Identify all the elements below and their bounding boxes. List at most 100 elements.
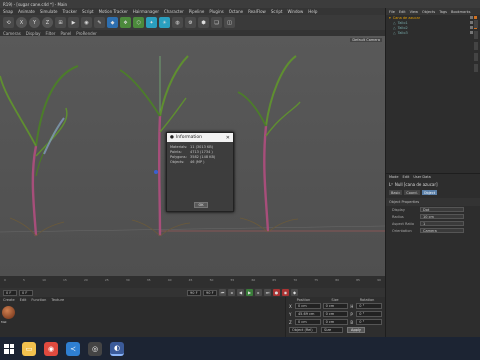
size-z-field[interactable]: 0 cm	[322, 319, 349, 325]
rotation-b-field[interactable]: 0 °	[356, 319, 382, 325]
current-frame-field[interactable]: 0 F	[19, 289, 33, 296]
z-axis-lock-button[interactable]: Z	[42, 17, 53, 28]
aspect-ratio-field[interactable]: 1	[420, 221, 464, 226]
viewport-menu-prorender[interactable]: ProRender	[76, 31, 97, 36]
visibility-tag-icon[interactable]	[470, 31, 473, 34]
radius-field[interactable]: 10 cm	[420, 214, 464, 219]
menu-hairmanager[interactable]: Hairmanager	[133, 9, 159, 14]
x-axis-lock-button[interactable]: X	[16, 17, 27, 28]
file-explorer-icon[interactable]: ▭	[22, 341, 36, 356]
position-x-field[interactable]: 0 cm	[294, 303, 321, 309]
size-y-field[interactable]: 0 cm	[322, 311, 349, 317]
material-preview-swatch[interactable]	[2, 306, 15, 319]
array-icon[interactable]: ✦	[146, 17, 157, 28]
viewport-menu-panel[interactable]: Panel	[60, 31, 71, 36]
camera-icon[interactable]: ⚙	[185, 17, 196, 28]
om-menu-tags[interactable]: Tags	[439, 10, 447, 14]
tab-object[interactable]: Object	[421, 190, 438, 195]
render-view-icon[interactable]: ▶	[68, 17, 79, 28]
menu-help[interactable]: Help	[308, 9, 317, 14]
am-menu-user-data[interactable]: User Data	[413, 175, 430, 179]
material-menu-edit[interactable]: Edit	[20, 298, 27, 302]
light-icon[interactable]: ⬢	[198, 17, 209, 28]
menu-script-2[interactable]: Script	[271, 9, 283, 14]
ok-button[interactable]: OK	[194, 202, 208, 208]
menu-pipeline[interactable]: Pipeline	[189, 9, 205, 14]
windows-start-icon[interactable]	[4, 343, 14, 354]
visibility-tag-icon[interactable]	[470, 16, 473, 19]
position-y-field[interactable]: 45.69 cm	[294, 311, 321, 317]
viewport-menu-display[interactable]: Display	[26, 31, 41, 36]
visibility-tag-icon[interactable]	[470, 21, 473, 24]
menu-tracker[interactable]: Tracker	[63, 9, 77, 14]
apply-button[interactable]: Apply	[347, 327, 365, 333]
size-mode-select[interactable]: Size	[321, 327, 343, 333]
display-select[interactable]: Dot	[420, 207, 464, 212]
menu-window[interactable]: Window	[287, 9, 303, 14]
size-x-field[interactable]: 0 cm	[322, 303, 349, 309]
content-browser-tab[interactable]	[474, 42, 478, 50]
3d-viewport[interactable]: Default Camera ● Information ✕ Materials…	[0, 36, 385, 276]
autokeying-icon[interactable]: ◉	[282, 289, 289, 296]
am-menu-edit[interactable]: Edit	[403, 175, 410, 179]
takes-tab[interactable]	[474, 31, 478, 39]
object-item-child[interactable]: △ Tallo3	[386, 30, 480, 35]
play-backwards-icon[interactable]: ◀	[237, 289, 244, 296]
timeline-ruler[interactable]: 0 5 10 15 20 25 30 35 40 45 50 55 60 65 …	[0, 276, 385, 288]
keyframe-selection-icon[interactable]: ◆	[291, 289, 298, 296]
undo-icon[interactable]: ⟲	[3, 17, 14, 28]
vscode-icon[interactable]: ≺	[66, 341, 80, 356]
layers-tab[interactable]	[474, 64, 478, 72]
environment-icon[interactable]: ◍	[172, 17, 183, 28]
material-menu-texture[interactable]: Texture	[51, 298, 64, 302]
material-tag-icon[interactable]	[474, 16, 477, 19]
deformer-icon[interactable]: ☀	[159, 17, 170, 28]
rotation-h-field[interactable]: 0 °	[356, 303, 382, 309]
menu-simulate[interactable]: Simulate	[40, 9, 58, 14]
visibility-tag-icon[interactable]	[470, 26, 473, 29]
viewport-menu-cameras[interactable]: Cameras	[3, 31, 21, 36]
render-settings-icon[interactable]: ✎	[94, 17, 105, 28]
previous-key-icon[interactable]: ◂	[228, 289, 235, 296]
menu-octane[interactable]: Octane	[229, 9, 243, 14]
structure-tab[interactable]	[474, 53, 478, 61]
layout-icon[interactable]: ❏	[211, 17, 222, 28]
am-menu-mode[interactable]: Mode	[389, 175, 399, 179]
cube-primitive-icon[interactable]: ◆	[107, 17, 118, 28]
coordinate-mode-select[interactable]: Object (Rel)	[289, 327, 317, 333]
start-frame-field[interactable]: 0 F	[3, 289, 17, 296]
sugarcane-plant-3[interactable]	[237, 55, 301, 233]
om-menu-view[interactable]: View	[410, 10, 418, 14]
menu-plugins[interactable]: Plugins	[209, 9, 223, 14]
menu-character[interactable]: Character	[164, 9, 184, 14]
end-frame-field[interactable]: 90 F	[187, 289, 201, 296]
rotation-p-field[interactable]: 0 °	[356, 311, 382, 317]
menu-motion-tracker[interactable]: Motion Tracker	[99, 9, 128, 14]
tab-coord[interactable]: Coord.	[404, 190, 420, 195]
cinema4d-icon[interactable]: ◐	[110, 341, 124, 356]
tab-basic[interactable]: Basic	[389, 190, 403, 195]
viewport-menu-filter[interactable]: Filter	[46, 31, 56, 36]
om-menu-objects[interactable]: Objects	[422, 10, 435, 14]
material-menu-create[interactable]: Create	[3, 298, 15, 302]
om-menu-file[interactable]: File	[389, 10, 395, 14]
menu-snap[interactable]: Snap	[3, 9, 13, 14]
transform-gizmo-handle[interactable]	[154, 170, 158, 174]
om-menu-edit[interactable]: Edit	[399, 10, 406, 14]
record-keys-icon[interactable]: ●	[273, 289, 280, 296]
position-z-field[interactable]: 0 cm	[294, 319, 321, 325]
subdivision-surface-icon[interactable]: ⬡	[133, 17, 144, 28]
menu-realflow[interactable]: RealFlow	[248, 9, 266, 14]
chrome-icon[interactable]: ◉	[44, 341, 58, 356]
objects-tab[interactable]	[474, 20, 478, 28]
orientation-select[interactable]: Camera	[420, 228, 464, 233]
close-icon[interactable]: ✕	[226, 135, 230, 141]
obs-icon[interactable]: ◎	[88, 341, 102, 356]
render-picture-viewer-icon[interactable]: ◉	[81, 17, 92, 28]
sugarcane-plant-1[interactable]	[0, 65, 79, 237]
go-to-start-icon[interactable]: ⏮	[219, 289, 226, 296]
menu-animate[interactable]: Animate	[18, 9, 35, 14]
go-to-end-icon[interactable]: ⏭	[264, 289, 271, 296]
panel-icon[interactable]: ◫	[224, 17, 235, 28]
viewport-camera-label[interactable]: Default Camera	[350, 38, 382, 42]
